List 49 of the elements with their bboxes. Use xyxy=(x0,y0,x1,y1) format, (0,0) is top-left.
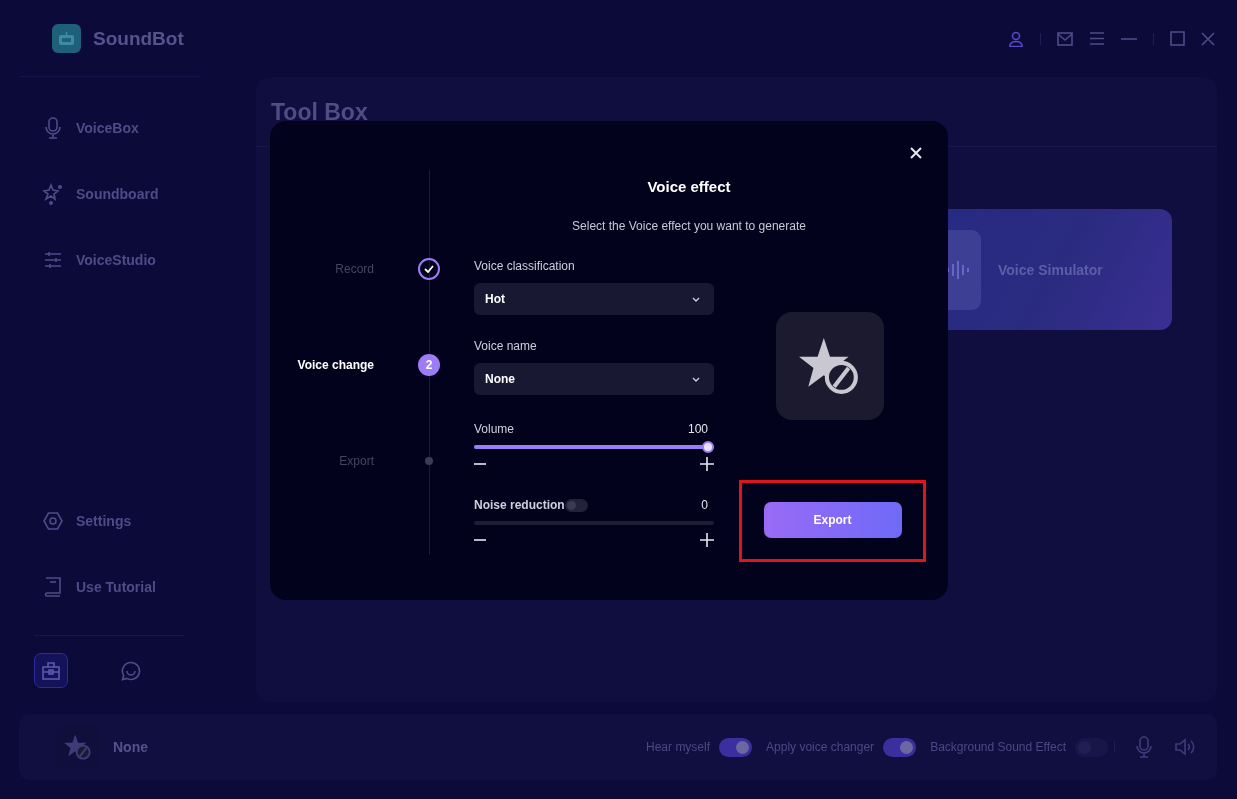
menu-icon[interactable] xyxy=(1089,32,1105,45)
chat-icon xyxy=(121,660,141,681)
settings-icon xyxy=(43,511,63,531)
step-label: Voice change xyxy=(296,358,375,372)
sliders-icon xyxy=(44,251,62,269)
microphone-icon xyxy=(1135,736,1153,758)
export-button[interactable]: Export xyxy=(763,501,902,538)
star-ban-icon xyxy=(64,733,92,761)
toolbox-icon xyxy=(41,660,61,681)
minimize-icon[interactable] xyxy=(1121,37,1137,40)
microphone-icon xyxy=(44,117,62,139)
sidebar-item[interactable]: VoiceStudio xyxy=(34,242,184,278)
robot-logo-icon xyxy=(52,24,81,53)
toolbox-button[interactable] xyxy=(34,653,68,688)
field-label: Voice name xyxy=(474,338,538,354)
toggle-label: Apply voice changer xyxy=(766,740,875,754)
field-label: Voice classification xyxy=(474,258,576,274)
step-label: Export xyxy=(338,454,375,468)
slider-label: Volume xyxy=(474,421,515,437)
plus-icon[interactable] xyxy=(700,533,714,547)
dropdown[interactable]: Hot xyxy=(474,283,714,315)
app-name: SoundBot xyxy=(93,27,184,50)
speaker-icon[interactable] xyxy=(1175,738,1195,756)
chevron-down-icon xyxy=(692,296,700,302)
plus-icon[interactable] xyxy=(700,457,714,471)
sidebar-item[interactable]: VoiceBox xyxy=(34,110,184,146)
sidebar-item[interactable]: Settings xyxy=(34,503,184,539)
step-label: Record xyxy=(334,262,375,276)
toggle-switch[interactable] xyxy=(883,737,917,757)
sidebar-item[interactable]: Soundboard xyxy=(34,176,184,212)
dialog-title: Voice effect xyxy=(646,177,732,197)
slider-label: Noise reduction xyxy=(474,497,565,513)
sidebar-item[interactable]: Use Tutorial xyxy=(34,569,184,605)
current-voice: None xyxy=(113,739,148,755)
toggle-switch[interactable] xyxy=(719,737,753,757)
toggle-label: Hear myself xyxy=(646,740,711,754)
slider-value: 0 xyxy=(701,498,708,512)
step-number: 2 xyxy=(418,354,440,376)
slider-value: 100 xyxy=(687,422,708,436)
book-icon xyxy=(44,577,62,597)
user-icon[interactable] xyxy=(1008,30,1024,47)
dropdown[interactable]: None xyxy=(474,363,714,395)
maximize-icon[interactable] xyxy=(1170,31,1185,46)
dialog-subtitle: Select the Voice effect you want to generate xyxy=(571,219,807,233)
mail-icon[interactable] xyxy=(1057,31,1073,46)
chevron-down-icon xyxy=(692,376,700,382)
sparkle-icon xyxy=(42,183,64,205)
toggle-label: Background Sound Effect xyxy=(930,740,1066,754)
slider-thumb[interactable] xyxy=(702,441,714,453)
